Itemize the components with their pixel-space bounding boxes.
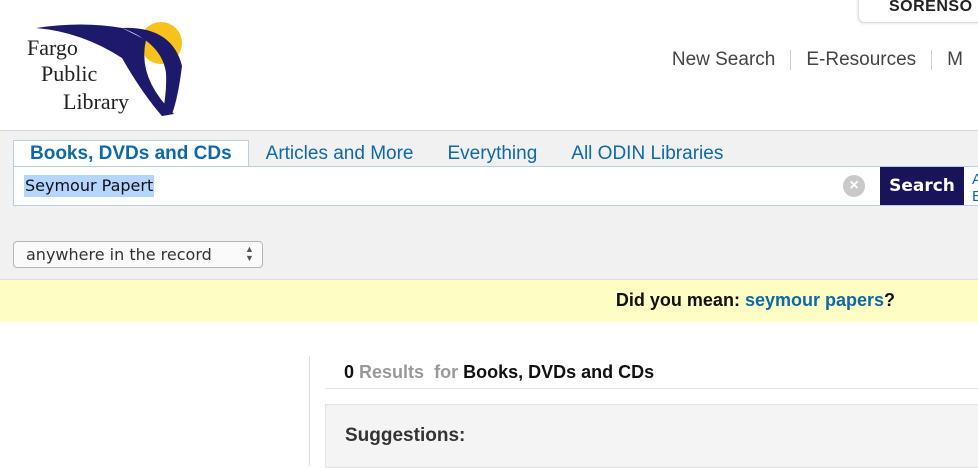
tab-articles-and-more[interactable]: Articles and More [249,141,431,167]
nav-new-search[interactable]: New Search [657,50,791,70]
results-summary: 0 Results for Books, DVDs and CDs [344,362,654,383]
search-scope-row: anywhere in the record ▲ ▼ [0,231,978,280]
suggestions-panel: Suggestions: [325,404,978,468]
did-you-mean-suffix: ? [884,290,895,310]
did-you-mean-prefix: Did you mean: [615,290,745,310]
search-field-select[interactable]: anywhere in the record ▲ ▼ [13,241,263,268]
logo-graphic: Fargo Public Library [27,22,182,116]
top-navigation: New Search E-Resources M [657,48,978,72]
search-panel: Books, DVDs and CDs Articles and More Ev… [0,130,978,232]
suggestions-heading: Suggestions: [345,425,466,446]
logo-text-line3: Library [63,89,129,114]
library-logo[interactable]: Fargo Public Library [22,18,192,120]
logo-text-line1: Fargo [27,35,78,60]
site-header: SORENSO Fargo Public Library New Search … [0,0,978,130]
did-you-mean-link[interactable]: seymour papers [745,290,884,310]
results-scope: Books, DVDs and CDs [463,362,655,382]
logo-text-line2: Public [41,61,97,86]
nav-e-resources[interactable]: E-Resources [790,50,931,70]
tab-everything[interactable]: Everything [431,141,555,167]
nav-more[interactable]: M [931,50,978,70]
search-box: Seymour Papert × Search [13,166,978,206]
user-name[interactable]: SORENSO [889,0,973,16]
did-you-mean-text: Did you mean: seymour papers? [616,290,895,311]
updown-arrows-icon: ▲ ▼ [245,244,254,263]
search-field-value: anywhere in the record [26,245,212,264]
sidebar-divider [309,356,310,466]
close-icon[interactable]: × [843,175,865,197]
did-you-mean-bar: Did you mean: seymour papers? [0,280,978,322]
results-word: Results [359,362,425,382]
advanced-search-link[interactable]: A E [972,171,978,205]
results-count: 0 [344,362,355,382]
results-divider [325,388,978,389]
search-tabs: Books, DVDs and CDs Articles and More Ev… [13,140,740,167]
tab-books-dvds-cds[interactable]: Books, DVDs and CDs [13,140,249,167]
user-account-tab[interactable]: SORENSO [858,0,978,23]
results-for-word: for [434,362,459,382]
search-button[interactable]: Search [880,167,964,205]
tab-all-odin-libraries[interactable]: All ODIN Libraries [554,141,740,167]
search-input[interactable]: Seymour Papert [24,175,155,197]
